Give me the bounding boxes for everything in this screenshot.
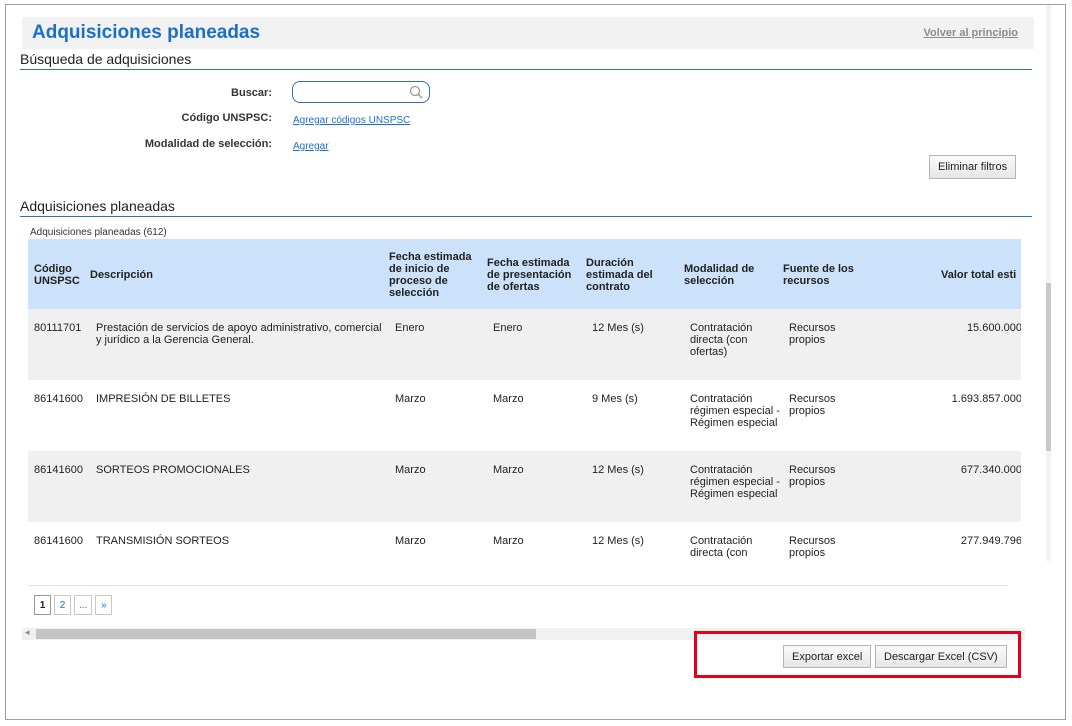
highlight-box	[694, 631, 1021, 678]
col-header-start-date[interactable]: Fecha estimada de inicio de proceso de s…	[389, 251, 479, 299]
vertical-scrollbar-thumb[interactable]	[1046, 283, 1051, 451]
page-frame: Adquisiciones planeadas Volver al princi…	[5, 4, 1066, 720]
cell-modality: Contratación régimen especial - Régimen …	[690, 393, 780, 429]
col-header-code[interactable]: Código UNSPSC	[34, 263, 84, 287]
page-title: Adquisiciones planeadas	[32, 22, 261, 43]
cell-code: 86141600	[34, 464, 83, 476]
cell-description: SORTEOS PROMOCIONALES	[96, 464, 250, 476]
cell-duration: 12 Mes (s)	[592, 322, 644, 334]
results-section-heading: Adquisiciones planeadas	[20, 198, 1032, 217]
cell-start: Marzo	[395, 535, 426, 547]
cell-duration: 12 Mes (s)	[592, 535, 644, 547]
clear-filters-button[interactable]: Eliminar filtros	[929, 155, 1017, 179]
col-header-source[interactable]: Fuente de los recursos	[783, 263, 869, 287]
cell-duration: 9 Mes (s)	[592, 393, 638, 405]
search-section-heading: Búsqueda de adquisiciones	[20, 51, 1032, 70]
cell-start: Marzo	[395, 464, 426, 476]
cell-duration: 12 Mes (s)	[592, 464, 644, 476]
cell-code: 86141600	[34, 393, 83, 405]
modalidad-label: Modalidad de selección:	[144, 138, 272, 150]
results-count: Adquisiciones planeadas (612)	[30, 227, 167, 238]
divider	[28, 585, 1008, 586]
pagination: 1 2 ... »	[34, 595, 113, 615]
cell-offers: Marzo	[493, 464, 524, 476]
add-unspsc-codes-link[interactable]: Agregar códigos UNSPSC	[293, 115, 410, 126]
back-to-top-link[interactable]: Volver al principio	[923, 27, 1018, 39]
acquisitions-table: Código UNSPSC Descripción Fecha estimada…	[28, 239, 1021, 559]
search-label: Buscar:	[231, 87, 272, 99]
table-row[interactable]: 80111701 Prestación de servicios de apoy…	[28, 309, 1021, 380]
search-input[interactable]	[301, 85, 409, 99]
next-page-button[interactable]: »	[95, 595, 113, 615]
col-header-modality[interactable]: Modalidad de selección	[684, 263, 772, 287]
cell-start: Enero	[395, 322, 425, 334]
table-row[interactable]: 86141600 TRANSMISIÓN SORTEOS Marzo Marzo…	[28, 522, 1021, 559]
cell-description: IMPRESIÓN DE BILLETES	[96, 393, 231, 405]
cell-code: 86141600	[34, 535, 83, 547]
cell-value: 1.693.857.000	[951, 393, 1021, 405]
title-bar: Adquisiciones planeadas Volver al princi…	[22, 17, 1034, 49]
col-header-duration[interactable]: Duración estimada del contrato	[586, 257, 666, 293]
cell-code: 80111701	[34, 322, 82, 334]
cell-start: Marzo	[395, 393, 426, 405]
cell-modality: Contratación régimen especial - Régimen …	[690, 464, 780, 500]
cell-source: Recursos propios	[789, 535, 836, 559]
unspsc-label: Código UNSPSC:	[181, 112, 272, 124]
cell-source: Recursos propios	[789, 464, 836, 488]
search-icon[interactable]	[409, 85, 423, 99]
add-modalidad-link[interactable]: Agregar	[293, 141, 329, 152]
cell-offers: Marzo	[493, 393, 524, 405]
col-header-value[interactable]: Valor total esti	[941, 269, 1021, 281]
page-2-button[interactable]: 2	[54, 595, 71, 615]
col-header-offer-date[interactable]: Fecha estimada de presentación de oferta…	[487, 257, 579, 293]
page-ellipsis-button[interactable]: ...	[74, 595, 93, 615]
cell-value: 277.949.796	[960, 535, 1021, 547]
cell-value: 15.600.000	[966, 322, 1021, 334]
search-box[interactable]	[292, 81, 430, 103]
cell-description: TRANSMISIÓN SORTEOS	[96, 535, 230, 547]
cell-offers: Enero	[493, 322, 523, 334]
table-header: Código UNSPSC Descripción Fecha estimada…	[28, 239, 1021, 309]
cell-offers: Marzo	[493, 535, 524, 547]
cell-source: Recursos propios	[789, 322, 836, 346]
cell-modality: Contratación directa (con ofertas)	[690, 535, 753, 559]
cell-description: Prestación de servicios de apoyo adminis…	[96, 322, 382, 346]
cell-modality: Contratación directa (con ofertas)	[690, 322, 753, 358]
vertical-scrollbar[interactable]	[1046, 5, 1051, 561]
scroll-left-icon[interactable]: ◂	[25, 627, 30, 638]
cell-value: 677.340.000	[960, 464, 1021, 476]
page-1-button[interactable]: 1	[34, 595, 51, 615]
cell-source: Recursos propios	[789, 393, 836, 417]
table-row[interactable]: 86141600 SORTEOS PROMOCIONALES Marzo Mar…	[28, 451, 1021, 522]
col-header-description[interactable]: Descripción	[90, 269, 370, 281]
horizontal-scrollbar-thumb[interactable]	[36, 629, 536, 639]
table-row[interactable]: 86141600 IMPRESIÓN DE BILLETES Marzo Mar…	[28, 380, 1021, 451]
